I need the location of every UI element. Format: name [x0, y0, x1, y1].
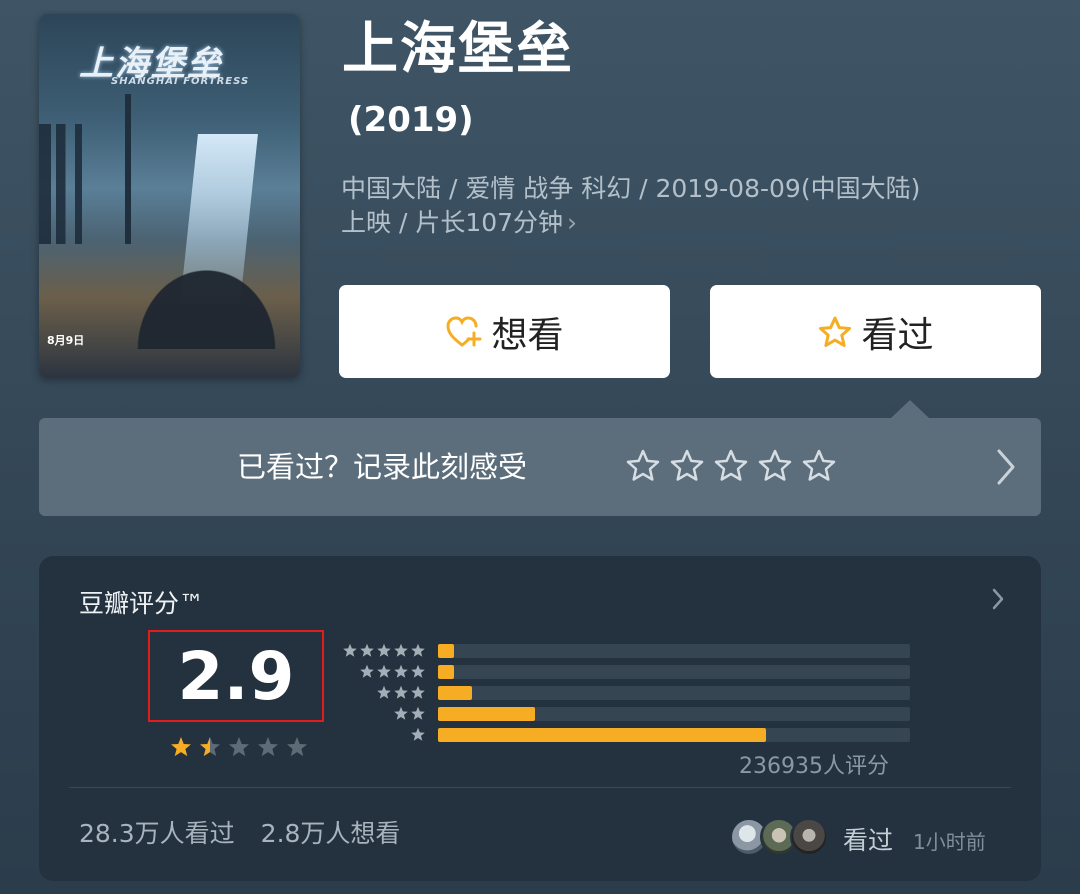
star-small-icon	[377, 664, 391, 678]
distribution-row-4-star	[335, 664, 910, 679]
star-empty-icon	[229, 737, 249, 757]
star-small-icon	[394, 643, 408, 657]
distribution-bar	[438, 644, 454, 658]
distribution-star-label	[359, 664, 426, 678]
star-small-icon	[411, 706, 425, 720]
poster-date-art: 8月9日	[47, 334, 85, 347]
star-small-icon	[411, 685, 425, 699]
star-small-icon	[411, 727, 425, 741]
distribution-star-label	[342, 643, 426, 657]
distribution-row-5-star	[335, 643, 910, 658]
rating-header: 豆瓣评分™	[79, 589, 205, 618]
friend-action: 看过	[843, 826, 894, 855]
star-small-icon	[411, 664, 425, 678]
star-small-icon	[394, 664, 408, 678]
meta-line-2: 上映 / 片长107分钟 ›	[341, 206, 1041, 240]
star-small-icon	[377, 685, 391, 699]
poster-subtitle-art: SHANGHAI FORTRESS	[111, 76, 250, 87]
star-small-icon	[411, 643, 425, 657]
chevron-right-icon: ›	[567, 208, 578, 237]
poster-figures	[119, 249, 294, 349]
star-small-icon	[343, 643, 357, 657]
distribution-row-3-star	[335, 685, 910, 700]
card-divider	[69, 787, 1011, 788]
distribution-star-label	[410, 727, 426, 741]
watched-button[interactable]: 看过	[710, 285, 1041, 378]
watched-count: 28.3万人看过	[79, 819, 235, 848]
rate-prompt-text: 已看过？记录此刻感受	[237, 450, 528, 484]
movie-year: (2019)	[348, 100, 474, 140]
avatar	[790, 818, 828, 856]
star-empty-icon	[287, 737, 307, 757]
movie-title: 上海堡垒	[342, 17, 574, 82]
poster-tower	[125, 94, 131, 244]
distribution-bar	[438, 728, 766, 742]
friend-time: 1小时前	[913, 830, 986, 854]
friend-avatars[interactable]	[730, 818, 830, 858]
watched-label: 看过	[861, 314, 934, 356]
star-small-icon	[360, 643, 374, 657]
distribution-row-1-star	[335, 727, 910, 742]
distribution-bar	[438, 707, 535, 721]
distribution-row-2-star	[335, 706, 910, 721]
distribution-track	[438, 686, 910, 700]
audience-stats[interactable]: 28.3万人看过 2.8万人想看	[79, 814, 400, 850]
distribution-star-label	[393, 706, 426, 720]
distribution-bar	[438, 686, 472, 700]
rate-bar-pointer	[891, 400, 929, 418]
want-to-watch-label: 想看	[491, 314, 564, 356]
chevron-right-icon	[997, 449, 1015, 485]
star-outline-icon[interactable]	[801, 448, 837, 484]
distribution-track	[438, 728, 910, 742]
distribution-track	[438, 665, 910, 679]
star-small-icon	[394, 706, 408, 720]
score-highlight-box: 2.9	[148, 630, 324, 722]
star-filled-icon	[171, 737, 191, 757]
chevron-right-icon[interactable]	[991, 587, 1005, 611]
rating-count: 236935人评分	[739, 754, 889, 779]
movie-poster[interactable]: 上海堡垒 SHANGHAI FORTRESS 8月9日	[39, 14, 300, 378]
distribution-bar	[438, 665, 454, 679]
star-outline-icon[interactable]	[713, 448, 749, 484]
movie-meta[interactable]: 中国大陆 / 爱情 战争 科幻 / 2019-08-09(中国大陆) 上映 / …	[341, 172, 1041, 240]
want-to-watch-button[interactable]: 想看	[339, 285, 670, 378]
star-outline-icon[interactable]	[625, 448, 661, 484]
star-small-icon	[394, 685, 408, 699]
star-outline-icon[interactable]	[757, 448, 793, 484]
heart-plus-icon	[446, 315, 482, 346]
star-outline-icon[interactable]	[669, 448, 705, 484]
rate-stars[interactable]	[625, 448, 837, 484]
poster-skyline	[39, 124, 159, 244]
score-stars	[168, 736, 310, 758]
star-half-icon	[200, 737, 220, 757]
distribution-track	[438, 644, 910, 658]
star-outline-icon	[819, 316, 852, 347]
star-small-icon	[360, 664, 374, 678]
meta-line-2-text: 上映 / 片长107分钟	[341, 208, 564, 237]
wish-count: 2.8万人想看	[260, 819, 401, 848]
star-empty-icon	[258, 737, 278, 757]
meta-line-1: 中国大陆 / 爱情 战争 科幻 / 2019-08-09(中国大陆)	[341, 174, 921, 203]
rating-score: 2.9	[177, 638, 295, 715]
douban-rating-card[interactable]: 豆瓣评分™ 2.9 236935人评分 28.3万人看过 2.8万人想看 看过 1…	[39, 556, 1041, 881]
distribution-star-label	[376, 685, 426, 699]
distribution-track	[438, 707, 910, 721]
rate-prompt-bar[interactable]: 已看过？记录此刻感受	[39, 400, 1041, 516]
star-small-icon	[377, 643, 391, 657]
